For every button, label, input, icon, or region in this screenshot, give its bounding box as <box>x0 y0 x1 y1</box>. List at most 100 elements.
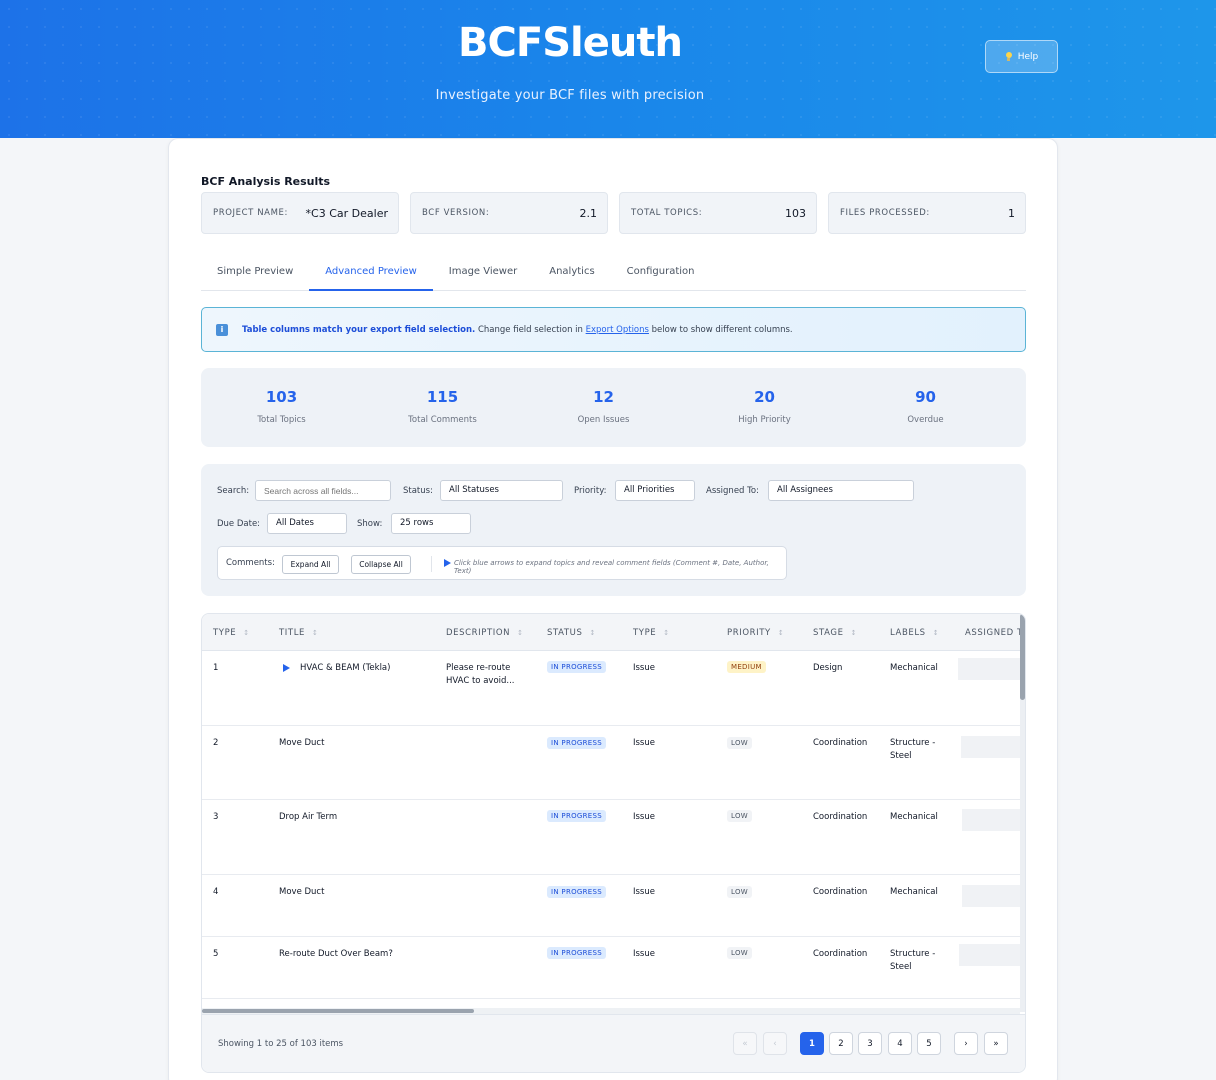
row-title: Move Duct <box>279 887 325 897</box>
last-page-button[interactable]: » <box>984 1032 1008 1055</box>
assigned-select[interactable]: All Assignees <box>768 480 914 501</box>
summary-label: Overdue <box>907 415 944 425</box>
assigned-placeholder <box>962 885 1022 907</box>
collapse-all-button[interactable]: Collapse All <box>351 555 411 574</box>
stat-files-processed: FILES PROCESSED: 1 <box>828 192 1026 234</box>
table-row[interactable]: 3 Drop Air Term IN PROGRESS Issue LOW Co… <box>202 800 1022 875</box>
info-text-before: Change field selection in <box>475 324 586 335</box>
row-type: Issue <box>633 663 655 673</box>
assigned-placeholder <box>962 809 1022 831</box>
tab-advanced-preview[interactable]: Advanced Preview <box>309 257 433 291</box>
export-options-link[interactable]: Export Options <box>586 325 649 335</box>
column-header-title[interactable]: TITLE ↕ <box>279 628 318 638</box>
horizontal-scroll-thumb[interactable] <box>202 1009 474 1013</box>
info-text-after: below to show different columns. <box>648 324 793 335</box>
results-title: BCF Analysis Results <box>201 175 331 188</box>
next-page-button[interactable]: › <box>954 1032 978 1055</box>
table-footer: Showing 1 to 25 of 103 items « ‹ 1 2 3 4… <box>202 1014 1025 1072</box>
project-stats: PROJECT NAME: *C3 Car Dealer BCF VERSION… <box>201 192 1026 234</box>
row-title: Re-route Duct Over Beam? <box>279 949 393 959</box>
page-button-4[interactable]: 4 <box>888 1032 912 1055</box>
sort-icon: ↕ <box>663 629 670 637</box>
search-input[interactable] <box>255 480 391 501</box>
priority-badge: LOW <box>727 886 752 898</box>
summary-label: Total Comments <box>408 415 477 425</box>
tab-image-viewer[interactable]: Image Viewer <box>433 257 534 291</box>
status-badge: IN PROGRESS <box>547 661 607 673</box>
page-button-5[interactable]: 5 <box>917 1032 941 1055</box>
table-row[interactable]: 1 HVAC & BEAM (Tekla) Please re-route HV… <box>202 651 1022 726</box>
column-header-priority[interactable]: PRIORITY ↕ <box>727 628 784 638</box>
stat-total-topics: TOTAL TOPICS: 103 <box>619 192 817 234</box>
row-number: 5 <box>213 949 219 959</box>
column-header-assigned[interactable]: ASSIGNED T <box>965 628 1023 638</box>
help-button[interactable]: Help <box>985 40 1058 73</box>
info-banner: i Table columns match your export field … <box>201 307 1026 352</box>
assigned-placeholder <box>961 736 1022 758</box>
row-labels: Steel <box>890 751 912 761</box>
row-title: Drop Air Term <box>279 812 338 822</box>
summary-total-topics: 103 Total Topics <box>201 368 362 447</box>
page-button-3[interactable]: 3 <box>858 1032 882 1055</box>
table-row[interactable]: 4 Move Duct IN PROGRESS Issue LOW Coordi… <box>202 875 1022 937</box>
search-label: Search: <box>217 486 250 496</box>
expand-all-button[interactable]: Expand All <box>282 555 339 574</box>
due-date-label: Due Date: <box>217 519 261 529</box>
column-header-labels[interactable]: LABELS ↕ <box>890 628 939 638</box>
show-label: Show: <box>357 519 383 529</box>
row-number: 3 <box>213 812 219 822</box>
priority-badge: LOW <box>727 810 752 822</box>
play-arrow-icon <box>444 559 451 567</box>
summary-value: 90 <box>915 388 936 406</box>
page-button-2[interactable]: 2 <box>829 1032 853 1055</box>
column-header-type[interactable]: TYPE ↕ <box>633 628 670 638</box>
sort-icon: ↕ <box>243 629 250 637</box>
status-label: Status: <box>403 486 433 496</box>
row-title: HVAC & BEAM (Tekla) <box>300 663 391 673</box>
row-stage: Coordination <box>813 812 868 822</box>
vertical-scroll-thumb[interactable] <box>1020 614 1025 700</box>
summary-open-issues: 12 Open Issues <box>523 368 684 447</box>
summary-total-comments: 115 Total Comments <box>362 368 523 447</box>
stat-project-name: PROJECT NAME: *C3 Car Dealer <box>201 192 399 234</box>
stat-label: TOTAL TOPICS: <box>631 208 703 218</box>
row-labels: Mechanical <box>890 812 938 822</box>
stat-label: BCF VERSION: <box>422 208 490 218</box>
row-labels: Structure - <box>890 949 936 959</box>
column-header-type[interactable]: TYPE ↕ <box>213 628 250 638</box>
table-row[interactable]: 5 Re-route Duct Over Beam? IN PROGRESS I… <box>202 937 1022 999</box>
info-icon: i <box>216 323 228 336</box>
tab-configuration[interactable]: Configuration <box>611 257 711 291</box>
app-subtitle: Investigate your BCF files with precisio… <box>435 88 705 103</box>
column-header-stage[interactable]: STAGE ↕ <box>813 628 857 638</box>
topics-table: TYPE ↕ TITLE ↕ DESCRIPTION ↕ STATUS ↕ TYPE ↕ … <box>201 613 1026 1073</box>
filter-panel: Search: Status: All Statuses Priority: A… <box>201 464 1026 596</box>
row-number: 1 <box>213 663 219 673</box>
table-header: TYPE ↕ TITLE ↕ DESCRIPTION ↕ STATUS ↕ TYPE ↕ … <box>202 614 1025 651</box>
divider <box>431 556 432 572</box>
expand-arrow-icon[interactable] <box>283 664 290 672</box>
priority-select[interactable]: All Priorities <box>615 480 695 501</box>
expand-hint: Click blue arrows to expand topics and r… <box>454 559 769 575</box>
stat-value: 2.1 <box>579 206 598 220</box>
rows-select[interactable]: 25 rows <box>391 513 471 534</box>
column-header-status[interactable]: STATUS ↕ <box>547 628 596 638</box>
stat-label: FILES PROCESSED: <box>840 208 930 218</box>
row-stage: Design <box>813 663 843 673</box>
table-row[interactable]: 2 Move Duct IN PROGRESS Issue LOW Coordi… <box>202 726 1022 800</box>
due-date-select[interactable]: All Dates <box>267 513 347 534</box>
row-description: Please re-route <box>446 663 511 673</box>
summary-label: Total Topics <box>257 415 306 425</box>
page-button-1[interactable]: 1 <box>800 1032 824 1055</box>
app-title: BCFSleuth <box>458 20 683 66</box>
stat-value: 1 <box>1008 206 1015 220</box>
tab-analytics[interactable]: Analytics <box>533 257 610 291</box>
first-page-button[interactable]: « <box>733 1032 757 1055</box>
priority-label: Priority: <box>574 486 607 496</box>
prev-page-button[interactable]: ‹ <box>763 1032 787 1055</box>
column-header-description[interactable]: DESCRIPTION ↕ <box>446 628 524 638</box>
status-badge: IN PROGRESS <box>547 886 607 898</box>
app-header: BCFSleuth Investigate your BCF files wit… <box>0 0 1216 138</box>
tab-simple-preview[interactable]: Simple Preview <box>201 257 309 291</box>
status-select[interactable]: All Statuses <box>440 480 563 501</box>
